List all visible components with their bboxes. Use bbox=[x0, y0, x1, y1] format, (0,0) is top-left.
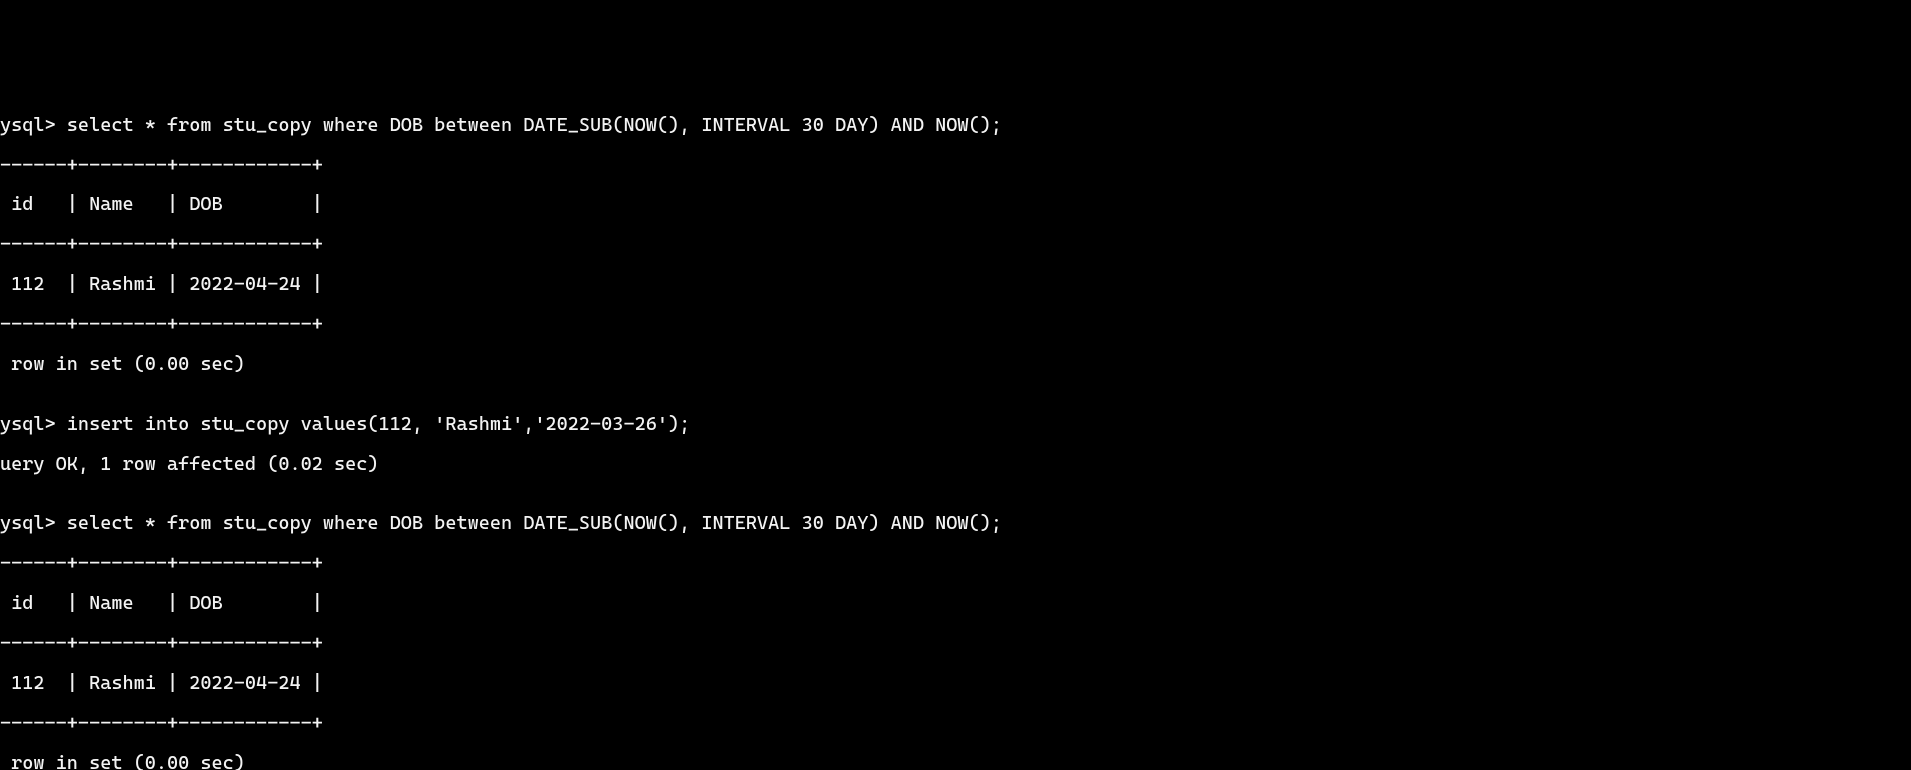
table-border: ------+--------+------------+ bbox=[0, 156, 1911, 176]
table-border: ------+--------+------------+ bbox=[0, 634, 1911, 654]
sql-insert-1: insert into stu_copy values(112, 'Rashmi… bbox=[67, 413, 690, 435]
rows-footer: row in set (0.00 sec) bbox=[0, 754, 1911, 770]
sql-select-2: select * from stu_copy where DOB between… bbox=[67, 512, 1002, 534]
query-ok-1: uery OK, 1 row affected (0.02 sec) bbox=[0, 455, 1911, 475]
table-row: 112 | Rashmi | 2022-04-24 | bbox=[0, 674, 1911, 694]
table-border: ------+--------+------------+ bbox=[0, 315, 1911, 335]
prompt: ysql> bbox=[0, 413, 67, 435]
insert-line-1: ysql> insert into stu_copy values(112, '… bbox=[0, 415, 1911, 435]
table-border: ------+--------+------------+ bbox=[0, 235, 1911, 255]
table-border: ------+--------+------------+ bbox=[0, 714, 1911, 734]
query-line-1: ysql> select * from stu_copy where DOB b… bbox=[0, 116, 1911, 136]
prompt: ysql> bbox=[0, 512, 67, 534]
table-header: id | Name | DOB | bbox=[0, 594, 1911, 614]
prompt: ysql> bbox=[0, 114, 67, 136]
table-header: id | Name | DOB | bbox=[0, 195, 1911, 215]
table-border: ------+--------+------------+ bbox=[0, 554, 1911, 574]
sql-select-1: select * from stu_copy where DOB between… bbox=[67, 114, 1002, 136]
mysql-terminal[interactable]: ysql> select * from stu_copy where DOB b… bbox=[0, 80, 1911, 770]
table-row: 112 | Rashmi | 2022-04-24 | bbox=[0, 275, 1911, 295]
rows-footer: row in set (0.00 sec) bbox=[0, 355, 1911, 375]
query-line-2: ysql> select * from stu_copy where DOB b… bbox=[0, 514, 1911, 534]
